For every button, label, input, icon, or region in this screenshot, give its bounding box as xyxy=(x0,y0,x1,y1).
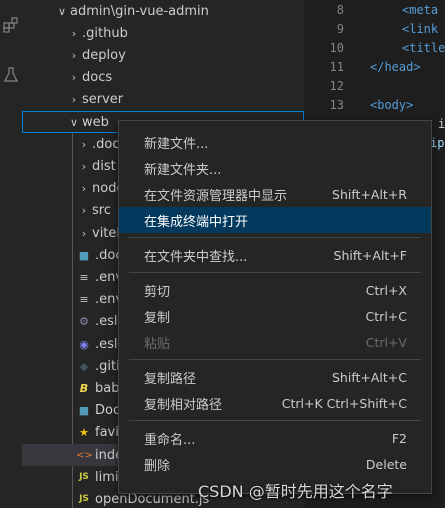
line-number: 10 xyxy=(329,41,344,55)
menu-item-shortcut: Shift+Alt+R xyxy=(332,186,407,202)
tree-item-label: admin\gin-vue-admin xyxy=(70,3,209,19)
menu-item-label: 新建文件... xyxy=(144,136,209,152)
tree-item-label: docs xyxy=(82,70,113,86)
menu-item[interactable]: 复制 Ctrl+C xyxy=(119,303,431,329)
chevron-down-icon: ∨ xyxy=(57,4,67,18)
menu-item[interactable]: 在文件夹中查找... Shift+Alt+F xyxy=(119,242,431,268)
docker-icon: ■ xyxy=(78,248,90,262)
chevron-down-icon: ∨ xyxy=(69,115,79,129)
menu-item-label: 在文件资源管理器中显示 xyxy=(144,188,288,204)
html-icon: <> xyxy=(76,449,93,461)
tree-folder-github[interactable]: › .github xyxy=(22,22,304,44)
tree-root-folder[interactable]: ∨ admin\gin-vue-admin xyxy=(22,0,304,22)
chevron-right-icon: › xyxy=(81,182,87,196)
menu-item[interactable]: 复制相对路径 Ctrl+K Ctrl+Shift+C xyxy=(119,390,431,416)
menu-item-label: 重命名... xyxy=(144,432,196,448)
tree-folder-deploy[interactable]: › deploy xyxy=(22,44,304,66)
menu-item[interactable]: 剪切 Ctrl+X xyxy=(119,277,431,303)
chevron-right-icon: › xyxy=(71,26,77,40)
menu-item[interactable]: 重命名... F2 xyxy=(119,425,431,451)
docker-icon: ■ xyxy=(78,404,90,418)
menu-item-label: 新建文件夹... xyxy=(144,162,222,178)
chevron-right-icon: › xyxy=(81,159,87,173)
code-text: </head> xyxy=(370,60,421,74)
git-icon: ◆ xyxy=(79,359,89,373)
code-text: <meta xyxy=(402,3,439,17)
code-line: 12 xyxy=(304,79,445,98)
tree-item-label: dist xyxy=(92,158,116,174)
chevron-right-icon: › xyxy=(81,204,87,218)
menu-item-shortcut: F2 xyxy=(391,430,407,446)
menu-item-shortcut: Ctrl+K Ctrl+Shift+C xyxy=(281,395,407,411)
activity-bar xyxy=(0,0,22,508)
menu-item: 粘贴 Ctrl+V xyxy=(119,329,431,355)
line-number: 9 xyxy=(336,22,344,36)
line-number: 13 xyxy=(329,98,344,112)
menu-item-label: 复制路径 xyxy=(144,371,197,387)
menu-item[interactable]: 复制路径 Shift+Alt+C xyxy=(119,364,431,390)
code-line: 9 <link xyxy=(304,22,445,41)
menu-item-shortcut: Ctrl+V xyxy=(365,334,407,350)
code-line: 8 <meta xyxy=(304,3,445,22)
menu-item-label: 在集成终端中打开 xyxy=(144,214,249,230)
code-line: 10 <title xyxy=(304,41,445,60)
watermark: CSDN @暂时先用这个名字 xyxy=(198,482,393,501)
line-number: 8 xyxy=(336,3,344,17)
menu-item[interactable]: 在集成终端中打开 xyxy=(119,207,431,233)
menu-item-shortcut: Shift+Alt+F xyxy=(333,247,407,263)
code-text: ip xyxy=(430,136,445,150)
js-icon: JS xyxy=(79,494,89,505)
eslint-icon: ◉ xyxy=(79,337,89,351)
tree-folder-docs[interactable]: › docs xyxy=(22,67,304,89)
tree-item-label: src xyxy=(92,203,111,219)
tree-item-label: .github xyxy=(82,25,128,41)
menu-item-shortcut: Ctrl+C xyxy=(365,308,407,324)
js-icon: JS xyxy=(79,472,89,483)
menu-item-label: 在文件夹中查找... xyxy=(144,249,248,265)
menu-item[interactable]: 在文件资源管理器中显示 Shift+Alt+R xyxy=(119,181,431,207)
line-number: 12 xyxy=(329,79,344,93)
menu-separator xyxy=(129,237,421,238)
menu-item-label: 粘贴 xyxy=(144,336,171,352)
menu-item-shortcut: Shift+Alt+C xyxy=(331,369,407,385)
chevron-right-icon: › xyxy=(71,93,77,107)
chevron-right-icon: › xyxy=(81,137,87,151)
chevron-right-icon: › xyxy=(71,48,77,62)
menu-item[interactable]: 新建文件夹... xyxy=(119,155,431,181)
testing-flask-icon[interactable] xyxy=(0,64,22,86)
menu-separator xyxy=(129,359,421,360)
lines-icon: ≡ xyxy=(79,270,89,284)
tree-folder-server[interactable]: › server xyxy=(22,89,304,111)
code-text: <link xyxy=(402,22,439,36)
code-text: i xyxy=(438,117,445,131)
chevron-right-icon: › xyxy=(81,226,87,240)
code-line: 13 <body> xyxy=(304,98,445,117)
gear-icon: ⚙ xyxy=(79,315,89,329)
line-number: 11 xyxy=(329,60,344,74)
menu-item-shortcut: Ctrl+X xyxy=(365,282,407,298)
tree-item-label: web xyxy=(82,114,109,130)
menu-separator xyxy=(129,420,421,421)
babel-icon: B xyxy=(79,381,89,395)
menu-item-label: 复制 xyxy=(144,310,171,326)
menu-item-label: 删除 xyxy=(144,458,171,474)
extensions-icon[interactable] xyxy=(0,14,22,36)
code-text: <title xyxy=(402,41,445,55)
context-menu: 新建文件... 新建文件夹... 在文件资源管理器中显示 Shift+Alt+R 在集成… xyxy=(118,120,432,494)
menu-item[interactable]: 删除 Delete xyxy=(119,451,431,477)
tree-item-label: openDocument.js xyxy=(95,491,210,507)
tree-item-label: deploy xyxy=(82,47,126,63)
tree-item-label: server xyxy=(82,92,124,108)
menu-separator xyxy=(129,272,421,273)
menu-item-label: 剪切 xyxy=(144,284,171,300)
code-text: <body> xyxy=(370,98,414,112)
menu-item-shortcut: Delete xyxy=(365,456,407,472)
menu-item[interactable]: 新建文件... xyxy=(119,129,431,155)
chevron-right-icon: › xyxy=(71,71,77,85)
menu-item-label: 复制相对路径 xyxy=(144,397,223,413)
star-icon: ★ xyxy=(79,426,89,440)
lines-icon: ≡ xyxy=(79,293,89,307)
code-line: 11 </head> xyxy=(304,60,445,79)
